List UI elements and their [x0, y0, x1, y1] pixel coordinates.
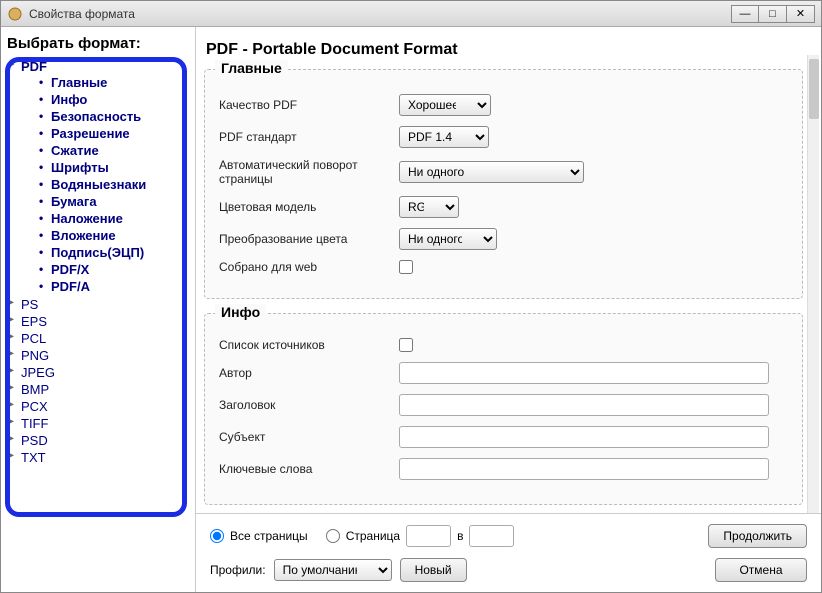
sidebar-subitem-pdfa[interactable]: PDF/A [37, 278, 189, 295]
new-profile-button[interactable]: Новый [400, 558, 467, 582]
page-label: Страница [346, 529, 400, 543]
sidebar-item-txt[interactable]: TXT [7, 449, 189, 466]
colormodel-label: Цветовая модель [219, 200, 399, 214]
main-panel: PDF - Portable Document Format Главные К… [196, 27, 821, 592]
minimize-button[interactable]: — [731, 5, 759, 23]
sidebar-subitem-compression[interactable]: Сжатие [37, 142, 189, 159]
sidebar-subitem-signature[interactable]: Подпись(ЭЦП) [37, 244, 189, 261]
page-to-input[interactable] [469, 525, 514, 547]
continue-button[interactable]: Продолжить [708, 524, 807, 548]
single-page-radio[interactable] [326, 529, 340, 543]
format-properties-window: Свойства формата — □ ✕ Выбрать формат: P… [0, 0, 822, 593]
maximize-button[interactable]: □ [759, 5, 787, 23]
sidebar-subitem-fonts[interactable]: Шрифты [37, 159, 189, 176]
subject-input[interactable] [399, 426, 769, 448]
page-from-input[interactable] [406, 525, 451, 547]
subject-label: Субъект [219, 430, 399, 444]
sidebar-subitem-attachment[interactable]: Вложение [37, 227, 189, 244]
sidebar-subitem-info[interactable]: Инфо [37, 91, 189, 108]
sidebar-item-tiff[interactable]: TIFF [7, 415, 189, 432]
colortransform-label: Преобразование цвета [219, 232, 399, 246]
scroll-area[interactable]: PDF - Portable Document Format Главные К… [196, 27, 821, 513]
sidebar-subitem-overlay[interactable]: Наложение [37, 210, 189, 227]
quality-select[interactable]: Хорошее [399, 94, 491, 116]
panel-main-legend: Главные [215, 60, 288, 76]
sidebar-heading: Выбрать формат: [7, 35, 189, 52]
webcollect-label: Собрано для web [219, 260, 399, 274]
sidebar-subitem-watermarks[interactable]: Водяныезнаки [37, 176, 189, 193]
author-label: Автор [219, 366, 399, 380]
all-pages-label: Все страницы [230, 529, 308, 543]
profile-select[interactable]: По умолчанию [274, 559, 392, 581]
sidebar-subitem-pdfx[interactable]: PDF/X [37, 261, 189, 278]
title-label: Заголовок [219, 398, 399, 412]
in-label: в [457, 529, 463, 543]
footer-bar: Все страницы Страница в Продолжить Профи… [196, 513, 821, 592]
titlebar: Свойства формата — □ ✕ [1, 1, 821, 27]
panel-main: Главные Качество PDF Хорошее PDF стандар… [204, 69, 803, 299]
keywords-input[interactable] [399, 458, 769, 480]
app-icon [7, 6, 23, 22]
sidebar-item-ps[interactable]: PS [7, 296, 189, 313]
autorotate-select[interactable]: Ни одного [399, 161, 584, 183]
vertical-scrollbar[interactable] [807, 55, 819, 513]
page-title: PDF - Portable Document Format [206, 41, 803, 59]
colortransform-select[interactable]: Ни одного [399, 228, 497, 250]
sidebar: Выбрать формат: PDF Главные Инфо Безопас… [1, 27, 196, 592]
webcollect-checkbox[interactable] [399, 260, 413, 274]
title-input[interactable] [399, 394, 769, 416]
sidebar-subitem-main[interactable]: Главные [37, 74, 189, 91]
all-pages-radio[interactable] [210, 529, 224, 543]
sourcelist-checkbox[interactable] [399, 338, 413, 352]
sidebar-item-jpeg[interactable]: JPEG [7, 364, 189, 381]
author-input[interactable] [399, 362, 769, 384]
window-controls: — □ ✕ [731, 5, 815, 23]
profiles-label: Профили: [210, 563, 266, 577]
sidebar-item-eps[interactable]: EPS [7, 313, 189, 330]
cancel-button[interactable]: Отмена [715, 558, 807, 582]
sidebar-item-pcx[interactable]: PCX [7, 398, 189, 415]
autorotate-label: Автоматический поворот страницы [219, 158, 399, 186]
sidebar-subitem-resolution[interactable]: Разрешение [37, 125, 189, 142]
keywords-label: Ключевые слова [219, 462, 399, 476]
standard-label: PDF стандарт [219, 130, 399, 144]
standard-select[interactable]: PDF 1.4 [399, 126, 489, 148]
sidebar-item-psd[interactable]: PSD [7, 432, 189, 449]
close-button[interactable]: ✕ [787, 5, 815, 23]
sourcelist-label: Список источников [219, 338, 399, 352]
sidebar-item-pcl[interactable]: PCL [7, 330, 189, 347]
sidebar-subitem-paper[interactable]: Бумага [37, 193, 189, 210]
colormodel-select[interactable]: RGB [399, 196, 459, 218]
quality-label: Качество PDF [219, 98, 399, 112]
sidebar-subitem-security[interactable]: Безопасность [37, 108, 189, 125]
sidebar-item-png[interactable]: PNG [7, 347, 189, 364]
sidebar-item-bmp[interactable]: BMP [7, 381, 189, 398]
panel-info-legend: Инфо [215, 304, 266, 320]
window-title: Свойства формата [29, 7, 731, 21]
sidebar-item-pdf[interactable]: PDF Главные Инфо Безопасность Разрешение… [7, 58, 189, 296]
panel-info: Инфо Список источников Автор Заголовок [204, 313, 803, 505]
